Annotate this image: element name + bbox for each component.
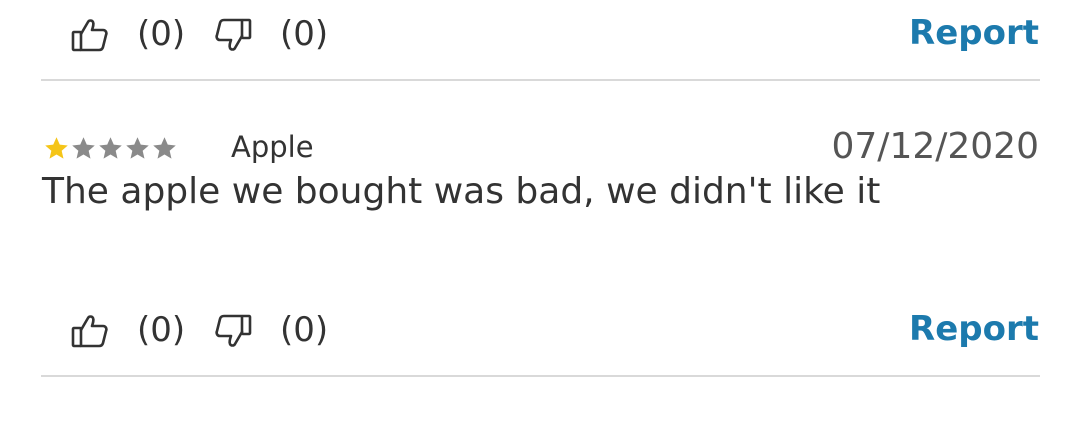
upvote-count: (0) — [137, 14, 186, 54]
divider — [41, 79, 1040, 81]
thumbs-up-icon[interactable] — [69, 14, 111, 56]
star-empty-icon — [151, 135, 178, 162]
report-link[interactable]: Report — [909, 306, 1039, 352]
star-empty-icon — [70, 135, 97, 162]
star-empty-icon — [97, 135, 124, 162]
divider — [41, 375, 1040, 377]
upvote-count: (0) — [137, 310, 186, 350]
downvote-count: (0) — [280, 14, 329, 54]
thumbs-up-icon[interactable] — [69, 310, 111, 352]
report-link[interactable]: Report — [909, 10, 1039, 56]
thumbs-down-icon[interactable] — [212, 14, 254, 56]
review-product: Apple — [231, 130, 314, 164]
star-filled-icon — [43, 135, 70, 162]
review-text: The apple we bought was bad, we didn't l… — [42, 171, 881, 212]
star-empty-icon — [124, 135, 151, 162]
review-date: 07/12/2020 — [831, 126, 1040, 167]
review-vote-row: (0) (0) Report — [0, 302, 1080, 362]
previous-review-vote-row: (0) (0) Report — [0, 6, 1080, 66]
downvote-count: (0) — [280, 310, 329, 350]
thumbs-down-icon[interactable] — [212, 310, 254, 352]
star-rating — [43, 133, 178, 163]
